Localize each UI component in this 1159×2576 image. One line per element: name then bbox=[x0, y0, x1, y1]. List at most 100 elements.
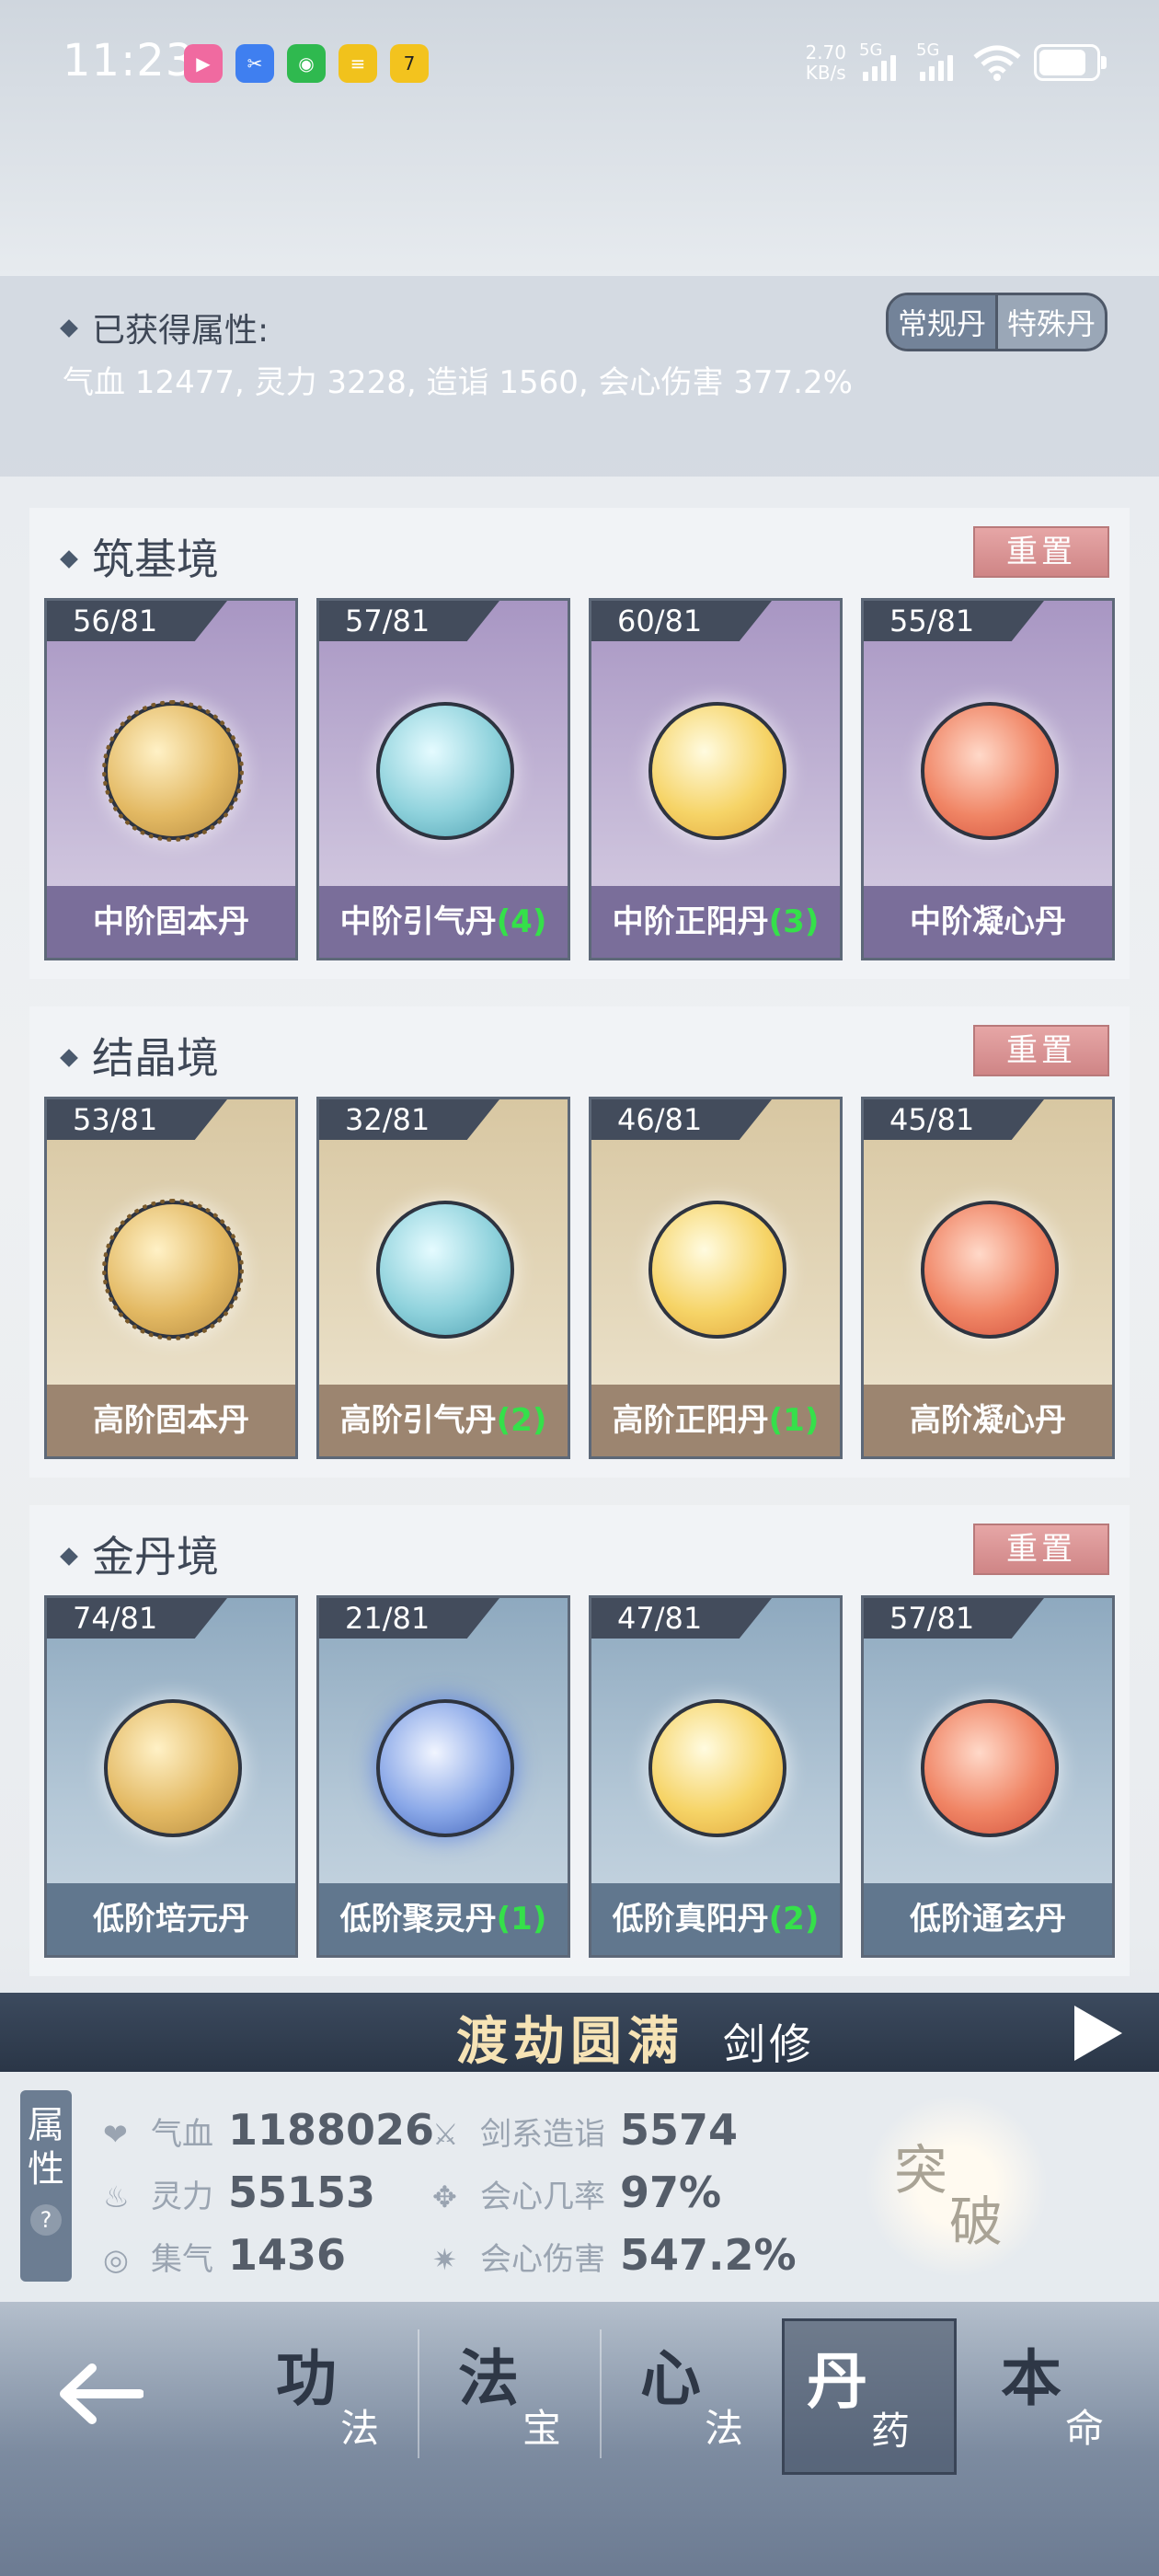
breakthrough-button[interactable]: 突 破 bbox=[865, 2094, 1049, 2278]
pill-name: 中阶引气丹(4) bbox=[319, 886, 568, 958]
diamond-icon bbox=[60, 1048, 78, 1067]
status-bar: 11:23 ▶ ✂ ◉ ≡ 7 2.70 KB/s 5G 5G bbox=[0, 0, 1159, 129]
pill-name: 高阶凝心丹 bbox=[864, 1385, 1112, 1456]
pill-card[interactable]: 74/81 低阶培元丹 bbox=[44, 1595, 298, 1958]
pill-name: 中阶正阳丹(3) bbox=[591, 886, 840, 958]
section-title-text: 结晶境 bbox=[92, 1033, 219, 1083]
attribute-tab-line2: 性 bbox=[28, 2148, 64, 2191]
pill-card[interactable]: 57/81 低阶通玄丹 bbox=[861, 1595, 1115, 1958]
rank-title: 渡劫圆满 bbox=[456, 2012, 684, 2072]
pill-orb-icon bbox=[376, 1201, 514, 1339]
stat-value: 97% bbox=[620, 2168, 722, 2217]
nav-tab-pills[interactable]: 丹 药 bbox=[782, 2318, 957, 2475]
pill-orb-icon bbox=[921, 1699, 1059, 1837]
play-icon[interactable] bbox=[1074, 2006, 1122, 2061]
attributes-summary: 气血 12477, 灵力 3228, 造诣 1560, 会心伤害 377.2% bbox=[63, 364, 853, 401]
pill-card[interactable]: 60/81 中阶正阳丹(3) bbox=[589, 598, 843, 960]
pill-name: 低阶培元丹 bbox=[47, 1883, 295, 1955]
stat-value: 1436 bbox=[228, 2230, 347, 2280]
diamond-icon bbox=[60, 549, 78, 569]
obtained-attributes-panel: 已获得属性: 气血 12477, 灵力 3228, 造诣 1560, 会心伤害 … bbox=[0, 276, 1159, 477]
pill-name: 中阶凝心丹 bbox=[864, 886, 1112, 958]
realm-section-crystal: 结晶境 重置 53/81 高阶固本丹 32/81 高阶引气丹(2) 46/81 … bbox=[29, 1006, 1130, 1478]
tab-regular-pill[interactable]: 常规丹 bbox=[888, 295, 995, 349]
section-title: 金丹境 bbox=[60, 1524, 219, 1584]
net-speed: 2.70 KB/s bbox=[805, 42, 846, 83]
attribute-tab-line1: 属 bbox=[28, 2104, 64, 2146]
pill-count: 53/81 bbox=[47, 1099, 227, 1140]
stat-value: 5574 bbox=[620, 2105, 739, 2155]
flame-icon: ♨ bbox=[103, 2179, 130, 2214]
help-icon[interactable]: ? bbox=[30, 2204, 62, 2236]
pill-count: 21/81 bbox=[319, 1598, 499, 1639]
clock: 11:23 bbox=[63, 35, 195, 86]
nav-tab-subchar: 药 bbox=[871, 2409, 911, 2454]
reset-button[interactable]: 重置 bbox=[973, 1025, 1109, 1076]
reset-button[interactable]: 重置 bbox=[973, 1524, 1109, 1575]
back-arrow-icon[interactable] bbox=[55, 2357, 143, 2431]
nav-tab-techniques[interactable]: 功 法 bbox=[254, 2318, 429, 2475]
stat-value: 55153 bbox=[228, 2168, 376, 2217]
7-app-icon: 7 bbox=[390, 44, 429, 83]
pill-card[interactable]: 53/81 高阶固本丹 bbox=[44, 1097, 298, 1459]
stat-sword-mastery: ⚔ 剑系造诣 5574 bbox=[432, 2105, 738, 2155]
nav-tab-subchar: 命 bbox=[1065, 2406, 1105, 2451]
pill-type-tabs: 常规丹 特殊丹 bbox=[885, 293, 1107, 351]
diamond-icon bbox=[60, 319, 78, 338]
pill-card[interactable]: 56/81 中阶固本丹 bbox=[44, 598, 298, 960]
breakthrough-char-1: 突 bbox=[894, 2139, 948, 2202]
nav-tab-char: 本 bbox=[1001, 2343, 1061, 2414]
attributes-title: 已获得属性: bbox=[92, 312, 270, 350]
reset-button[interactable]: 重置 bbox=[973, 526, 1109, 578]
pill-name: 高阶固本丹 bbox=[47, 1385, 295, 1456]
tab-special-pill[interactable]: 特殊丹 bbox=[994, 295, 1105, 349]
system-indicators: 2.70 KB/s 5G 5G bbox=[805, 40, 1107, 85]
stat-spirit: ♨ 灵力 55153 bbox=[103, 2168, 375, 2217]
stat-hp: ❤ 气血 1188026 bbox=[103, 2105, 434, 2155]
pill-orb-icon bbox=[104, 1699, 242, 1837]
nav-tab-destiny[interactable]: 本 命 bbox=[979, 2318, 1153, 2475]
class-label: 剑修 bbox=[723, 2019, 815, 2069]
pill-card[interactable]: 45/81 高阶凝心丹 bbox=[861, 1097, 1115, 1459]
stat-label: 会心伤害 bbox=[480, 2241, 605, 2278]
pill-card[interactable]: 55/81 中阶凝心丹 bbox=[861, 598, 1115, 960]
signal-icon: 5G bbox=[859, 40, 903, 85]
pill-card[interactable]: 32/81 高阶引气丹(2) bbox=[316, 1097, 570, 1459]
pill-count: 55/81 bbox=[864, 601, 1044, 641]
scissors-app-icon: ✂ bbox=[235, 44, 274, 83]
stat-value: 547.2% bbox=[620, 2230, 797, 2280]
pill-orb-icon bbox=[648, 1699, 786, 1837]
nav-tab-mind-methods[interactable]: 心 法 bbox=[618, 2318, 793, 2475]
attributes-heading: 已获得属性: bbox=[60, 304, 270, 351]
pill-name: 低阶真阳丹(2) bbox=[591, 1883, 840, 1955]
attribute-tab[interactable]: 属 性 ? bbox=[20, 2090, 72, 2282]
net-speed-value: 2.70 bbox=[805, 41, 846, 63]
stat-value: 1188026 bbox=[228, 2105, 435, 2155]
pill-card[interactable]: 47/81 低阶真阳丹(2) bbox=[589, 1595, 843, 1958]
section-title-text: 金丹境 bbox=[92, 1532, 219, 1581]
nav-tab-char: 丹 bbox=[807, 2346, 867, 2417]
rank-banner: 渡劫圆满 剑修 bbox=[0, 1993, 1159, 2072]
pill-orb-icon bbox=[376, 1699, 514, 1837]
pill-orb-icon bbox=[921, 702, 1059, 840]
pill-name: 高阶正阳丹(1) bbox=[591, 1385, 840, 1456]
pill-orb-icon bbox=[648, 702, 786, 840]
stat-crit-damage: ✷ 会心伤害 547.2% bbox=[432, 2230, 797, 2280]
burst-icon: ✷ bbox=[432, 2242, 457, 2277]
notification-icons: ▶ ✂ ◉ ≡ 7 bbox=[184, 44, 429, 83]
section-title: 筑基境 bbox=[60, 526, 219, 587]
pill-orb-icon bbox=[376, 702, 514, 840]
pill-orb-icon bbox=[648, 1201, 786, 1339]
pill-count: 56/81 bbox=[47, 601, 227, 641]
nav-tab-treasures[interactable]: 法 宝 bbox=[436, 2318, 611, 2475]
pill-card[interactable]: 57/81 中阶引气丹(4) bbox=[316, 598, 570, 960]
stat-label: 剑系造诣 bbox=[480, 2116, 605, 2153]
pill-card[interactable]: 46/81 高阶正阳丹(1) bbox=[589, 1097, 843, 1459]
bilibili-icon: ▶ bbox=[184, 44, 223, 83]
pill-name: 低阶聚灵丹(1) bbox=[319, 1883, 568, 1955]
pill-count: 46/81 bbox=[591, 1099, 772, 1140]
swirl-icon: ◎ bbox=[103, 2242, 129, 2277]
stat-gather: ◎ 集气 1436 bbox=[103, 2230, 346, 2280]
pill-count: 45/81 bbox=[864, 1099, 1044, 1140]
pill-card[interactable]: 21/81 低阶聚灵丹(1) bbox=[316, 1595, 570, 1958]
